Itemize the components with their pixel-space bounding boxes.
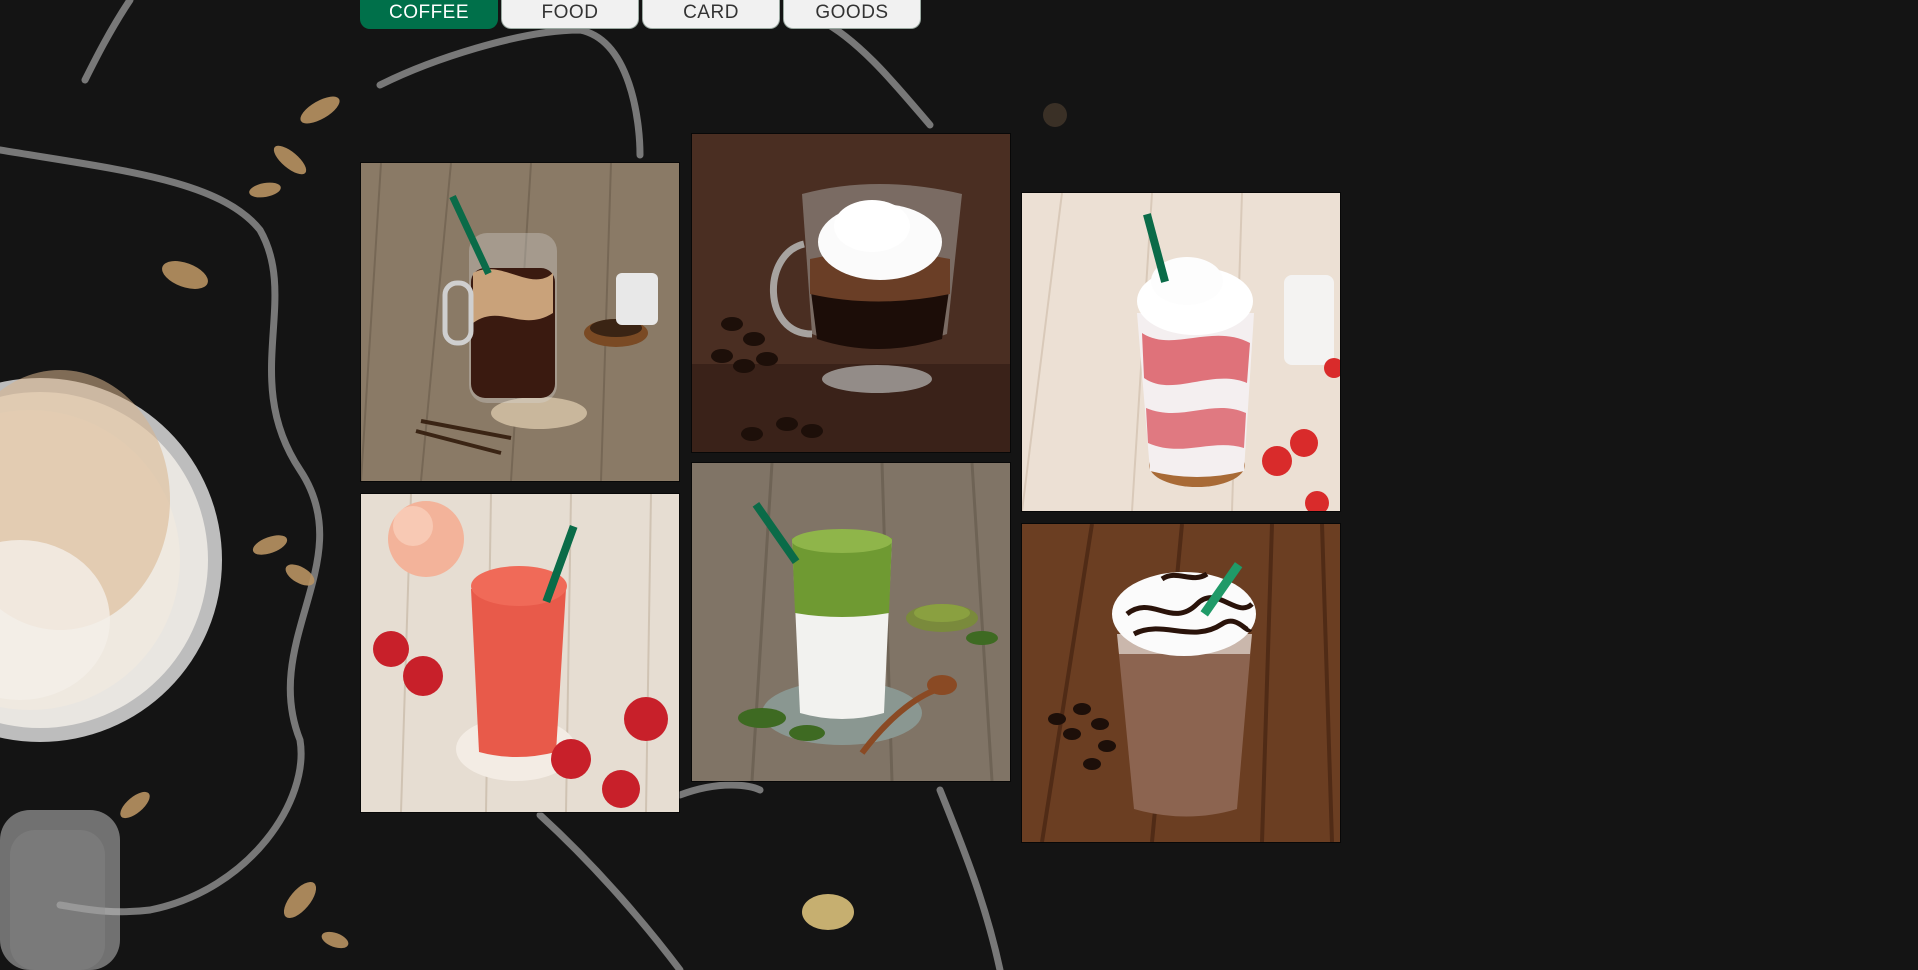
tab-food[interactable]: FOOD — [501, 0, 639, 29]
matcha-latte-photo[interactable] — [692, 463, 1010, 781]
iced-coffee-jar-photo[interactable] — [361, 163, 679, 481]
tab-coffee[interactable]: COFFEE — [360, 0, 498, 29]
affogato-cream-glass-photo[interactable] — [692, 134, 1010, 452]
tab-card[interactable]: CARD — [642, 0, 780, 29]
category-tabs: COFFEE FOOD CARD GOODS — [360, 0, 921, 29]
peach-strawberry-smoothie-photo[interactable] — [361, 494, 679, 812]
tab-goods[interactable]: GOODS — [783, 0, 921, 29]
chocolate-frappuccino-photo[interactable] — [1022, 524, 1340, 842]
latte-cup-decoration — [0, 370, 222, 970]
strawberry-frappuccino-photo[interactable] — [1022, 193, 1340, 511]
